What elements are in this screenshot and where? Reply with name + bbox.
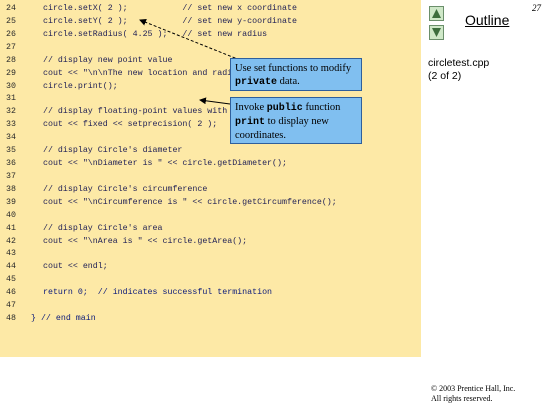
code-line: 45 — [0, 274, 421, 286]
line-number: 46 — [6, 288, 16, 298]
line-number: 30 — [6, 81, 16, 91]
line-number: 48 — [6, 314, 16, 324]
line-number: 28 — [6, 55, 16, 65]
triangle-down-icon — [432, 28, 441, 37]
line-number: 47 — [6, 301, 16, 311]
callout-print-function: Invoke public function print to display … — [230, 97, 362, 144]
code-panel: 24 circle.setX( 2 ); // set new x coordin… — [0, 0, 421, 357]
line-number: 38 — [6, 184, 16, 194]
code-line: 36 cout << "\nDiameter is " << circle.get… — [0, 158, 421, 170]
line-number: 36 — [6, 159, 16, 169]
line-code: cout << "\nDiameter is " << circle.getDi… — [43, 159, 287, 169]
line-number: 41 — [6, 223, 16, 233]
line-number: 24 — [6, 4, 16, 13]
line-code: circle.setY( 2 ); // set new y-coordinat… — [43, 16, 297, 26]
previous-slide-button[interactable] — [429, 6, 444, 21]
line-number: 42 — [6, 236, 16, 246]
line-number: 37 — [6, 171, 16, 181]
line-number: 35 — [6, 146, 16, 156]
line-number: 44 — [6, 262, 16, 272]
code-line: 47 — [0, 300, 421, 312]
file-name: circletest.cpp — [428, 57, 490, 69]
line-code: // display Circle's diameter — [43, 146, 183, 156]
code-line: 40 — [0, 210, 421, 222]
line-code: circle.print(); — [43, 81, 118, 91]
line-code: cout << endl; — [43, 262, 108, 272]
code-line: 42 cout << "\nArea is " << circle.getArea… — [0, 236, 421, 248]
code-line: 39 cout << "\nCircumference is " << circl… — [0, 197, 421, 209]
code-line: 27 — [0, 42, 421, 54]
callout-1-text-before: Use set functions to modify — [235, 63, 352, 74]
line-number: 31 — [6, 94, 16, 104]
line-number: 34 — [6, 133, 16, 143]
code-line: 48 } // end main — [0, 313, 421, 325]
line-code: return 0; // indicates successful termin… — [43, 288, 273, 298]
line-code: circle.setRadius( 4.25 ); // set new rad… — [43, 29, 268, 39]
line-number: 32 — [6, 107, 16, 117]
callout-1-text-after: data. — [277, 76, 300, 87]
line-code: circle.setX( 2 ); // set new x coordinat… — [43, 4, 297, 13]
line-code: cout << "\nArea is " << circle.getArea()… — [43, 236, 248, 246]
copyright-line-2: All rights reserved. — [431, 394, 493, 403]
copyright-notice: © 2003 Prentice Hall, Inc. All rights re… — [431, 384, 515, 404]
callout-1-keyword: private — [235, 77, 278, 88]
line-code: cout << fixed << setprecision( 2 ); — [43, 120, 218, 130]
triangle-up-icon — [432, 9, 441, 18]
code-line: 37 — [0, 171, 421, 183]
line-code: // display new point value — [43, 55, 173, 65]
line-number: 40 — [6, 210, 16, 220]
line-code: cout << "\nCircumference is " << circle.… — [43, 197, 337, 207]
line-code: } // end main — [31, 314, 96, 324]
page-number: 27 — [532, 3, 541, 13]
line-code: // display Circle's circumference — [43, 184, 208, 194]
line-number: 33 — [6, 120, 16, 130]
line-number: 26 — [6, 29, 16, 39]
code-line: 24 circle.setX( 2 ); // set new x coordin… — [0, 3, 421, 15]
next-slide-button[interactable] — [429, 25, 444, 40]
code-line: 41 // display Circle's area — [0, 223, 421, 235]
line-number: 29 — [6, 68, 16, 78]
code-line: 44 cout << endl; — [0, 261, 421, 273]
code-line: 46 return 0; // indicates successful term… — [0, 287, 421, 299]
line-code: // display Circle's area — [43, 223, 163, 233]
line-number: 25 — [6, 16, 16, 26]
copyright-line-1: © 2003 Prentice Hall, Inc. — [431, 384, 516, 393]
code-line: 35 // display Circle's diameter — [0, 145, 421, 157]
callout-2-keyword-public: public — [266, 103, 303, 114]
code-line: 43 — [0, 248, 421, 260]
line-number: 45 — [6, 275, 16, 285]
callout-2-keyword-print: print — [235, 117, 266, 128]
callout-2-text-middle: function — [302, 102, 341, 113]
callout-set-functions: Use set functions to modify private data… — [230, 58, 362, 91]
file-part: (2 of 2) — [428, 70, 462, 82]
line-number: 27 — [6, 42, 16, 52]
callout-2-text-before: Invoke — [235, 102, 267, 113]
line-number: 39 — [6, 197, 16, 207]
code-line: 26 circle.setRadius( 4.25 ); // set new r… — [0, 29, 421, 41]
line-number: 43 — [6, 249, 16, 259]
outline-link[interactable]: Outline — [465, 12, 509, 28]
code-line: 38 // display Circle's circumference — [0, 184, 421, 196]
code-line: 25 circle.setY( 2 ); // set new y-coordin… — [0, 16, 421, 28]
